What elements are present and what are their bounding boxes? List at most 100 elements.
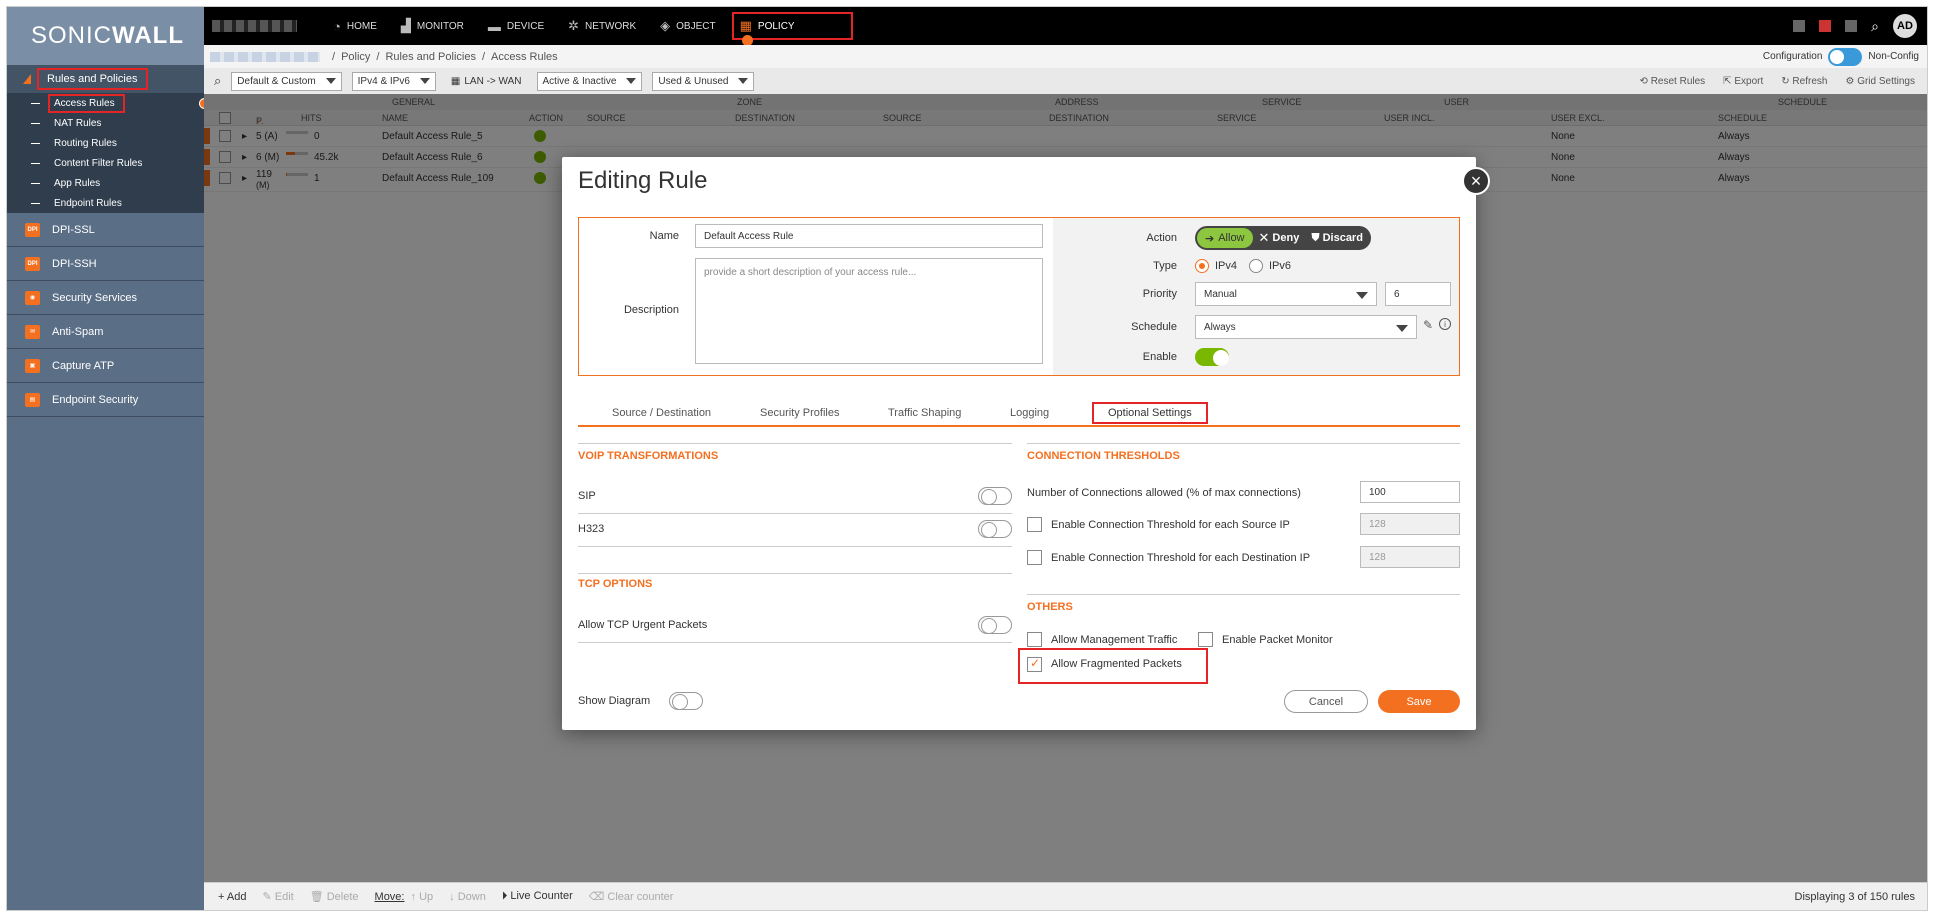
others-section-title: OTHERS [1027,601,1073,613]
tcp-urgent-toggle[interactable] [978,616,1012,634]
fragmented-packets-checkbox[interactable] [1027,656,1042,672]
delete-button[interactable]: 🗑 Delete [310,890,359,903]
breadcrumb-rules-and-policies[interactable]: Rules and Policies [385,51,476,63]
nav-home[interactable]: ◔ HOME [333,7,377,45]
tab-optional-settings[interactable]: Optional Settings [1092,402,1208,424]
conn-dst-checkbox[interactable] [1027,550,1042,565]
nav-object[interactable]: ◈ OBJECT [660,7,715,45]
sidebar-item-endpoint-rules[interactable]: Endpoint Rules [7,193,204,213]
breadcrumb-policy[interactable]: Policy [341,51,370,63]
live-counter-button[interactable]: ⏵ Live Counter [502,890,573,903]
nav-label: HOME [346,20,377,32]
enable-label: Enable [1142,351,1177,363]
sidebar-item-security-services[interactable]: ◉ Security Services [7,281,204,315]
filter-ip-version[interactable]: IPv4 & IPv6 [351,71,436,91]
cube-icon: ◈ [660,18,671,33]
save-button[interactable]: Save [1378,690,1460,713]
nav-label: MONITOR [416,20,464,32]
cancel-button[interactable]: Cancel [1284,690,1368,713]
sidebar-section-rules-and-policies[interactable]: Rules and Policies [7,65,204,93]
pencil-icon[interactable]: ✎ [1423,318,1433,332]
gauge-icon: ◔ [333,18,341,34]
filter-zone[interactable]: ▦ LAN -> WAN [446,72,527,91]
type-ipv4-radio[interactable] [1195,259,1209,273]
action-allow-option[interactable]: ➔ Allow [1197,228,1253,248]
sidebar-item-capture-atp[interactable]: ▣ Capture ATP [7,349,204,383]
tab-security-profiles[interactable]: Security Profiles [760,407,839,419]
sip-toggle[interactable] [978,487,1012,505]
tab-traffic-shaping[interactable]: Traffic Shaping [888,407,961,419]
move-up-button[interactable]: ↑ Up [411,891,434,903]
action-segmented-control: ➔ Allow ✕ Deny ⛊ Discard [1195,226,1371,250]
sidebar-item-dpi-ssl[interactable]: DPI DPI-SSL [7,213,204,247]
conn-src-checkbox[interactable] [1027,517,1042,532]
delete-label: Delete [326,891,359,903]
nav-device[interactable]: ▬ DEVICE [488,7,544,45]
conn-src-field[interactable]: 128 [1360,513,1460,535]
move-down-button[interactable]: ↓ Down [449,891,486,903]
grid-settings-button[interactable]: ⚙ Grid Settings [1845,76,1915,87]
tab-logging[interactable]: Logging [1010,407,1049,419]
enable-toggle[interactable] [1195,348,1229,366]
sidebar-item-label: Access Rules [48,93,125,113]
tasks-icon[interactable] [1845,20,1858,32]
schedule-value: Always [1204,321,1236,333]
close-icon[interactable]: × [1462,167,1490,195]
add-button[interactable]: + Add [218,891,246,903]
nav-network[interactable]: ✲ NETWORK [568,7,636,45]
sidebar-item-dpi-ssh[interactable]: DPI DPI-SSH [7,247,204,281]
type-ipv6-radio[interactable] [1249,259,1263,273]
reset-rules-button[interactable]: ⟲ Reset Rules [1640,76,1706,87]
top-navbar: ◔ HOME ▟ MONITOR ▬ DEVICE ✲ NETWORK ◈ OBJECT … [204,7,1927,46]
info-icon[interactable]: i [1439,318,1451,330]
search-icon[interactable]: ⌕ [1871,18,1879,35]
live-counter-label: Live Counter [510,890,573,902]
nav-policy[interactable]: ▦ POLICY [731,12,853,46]
sidebar-item-routing-rules[interactable]: Routing Rules [7,133,204,153]
tcp-urgent-label: Allow TCP Urgent Packets [578,619,708,631]
priority-value-field[interactable]: 6 [1385,282,1451,306]
form-right-panel: Action ➔ Allow ✕ Deny ⛊ Discard Type IPv4 I… [1053,218,1459,375]
h323-toggle[interactable] [978,520,1012,538]
priority-mode-select[interactable]: Manual [1195,282,1377,306]
mgmt-traffic-label: Allow Management Traffic [1051,634,1178,646]
clear-counter-button[interactable]: ⌫ Clear counter [589,890,674,903]
filter-usage[interactable]: Used & Unused [652,71,755,91]
tab-source-destination[interactable]: Source / Destination [612,407,711,419]
action-deny-option[interactable]: ✕ Deny [1253,228,1306,248]
conn-dst-field[interactable]: 128 [1360,546,1460,568]
sidebar-item-content-filter-rules[interactable]: Content Filter Rules [7,153,204,173]
packet-monitor-checkbox[interactable] [1198,632,1213,647]
sidebar-item-nat-rules[interactable]: NAT Rules [7,113,204,133]
clear-counter-label: Clear counter [607,891,674,903]
packet-monitor-label: Enable Packet Monitor [1222,634,1333,646]
mgmt-traffic-checkbox[interactable] [1027,632,1042,647]
sidebar-item-endpoint-security[interactable]: ▤ Endpoint Security [7,383,204,417]
filter-state[interactable]: Active & Inactive [536,71,643,91]
alerts-icon[interactable] [1793,20,1806,32]
edit-button[interactable]: ✎ Edit [262,890,293,903]
capture-icon: ▣ [25,358,40,373]
dash-icon [31,182,40,184]
conn-src-label: Enable Connection Threshold for each Sou… [1051,519,1290,531]
name-field[interactable]: Default Access Rule [695,224,1043,248]
sidebar-item-app-rules[interactable]: App Rules [7,173,204,193]
sidebar-item-anti-spam[interactable]: ✉ Anti-Spam [7,315,204,349]
device-breadcrumb-redacted [210,51,320,62]
device-name-redacted [212,20,297,32]
action-discard-option[interactable]: ⛊ Discard [1305,228,1369,248]
sidebar-item-access-rules[interactable]: Access Rules [7,93,210,113]
config-switch[interactable] [1828,47,1863,66]
schedule-select[interactable]: Always [1195,315,1417,339]
filter-rule-type[interactable]: Default & Custom [231,71,342,91]
name-label: Name [649,230,679,242]
export-button[interactable]: ⇱ Export [1723,76,1763,87]
search-icon[interactable]: ⌕ [214,73,221,89]
notifications-icon[interactable] [1819,20,1832,32]
show-diagram-toggle[interactable] [669,692,703,710]
nav-monitor[interactable]: ▟ MONITOR [401,7,464,45]
avatar[interactable]: AD [1893,14,1917,38]
refresh-button[interactable]: ↻ Refresh [1781,76,1827,87]
description-field[interactable]: provide a short description of your acce… [695,258,1043,364]
conn-allowed-field[interactable]: 100 [1360,481,1460,503]
